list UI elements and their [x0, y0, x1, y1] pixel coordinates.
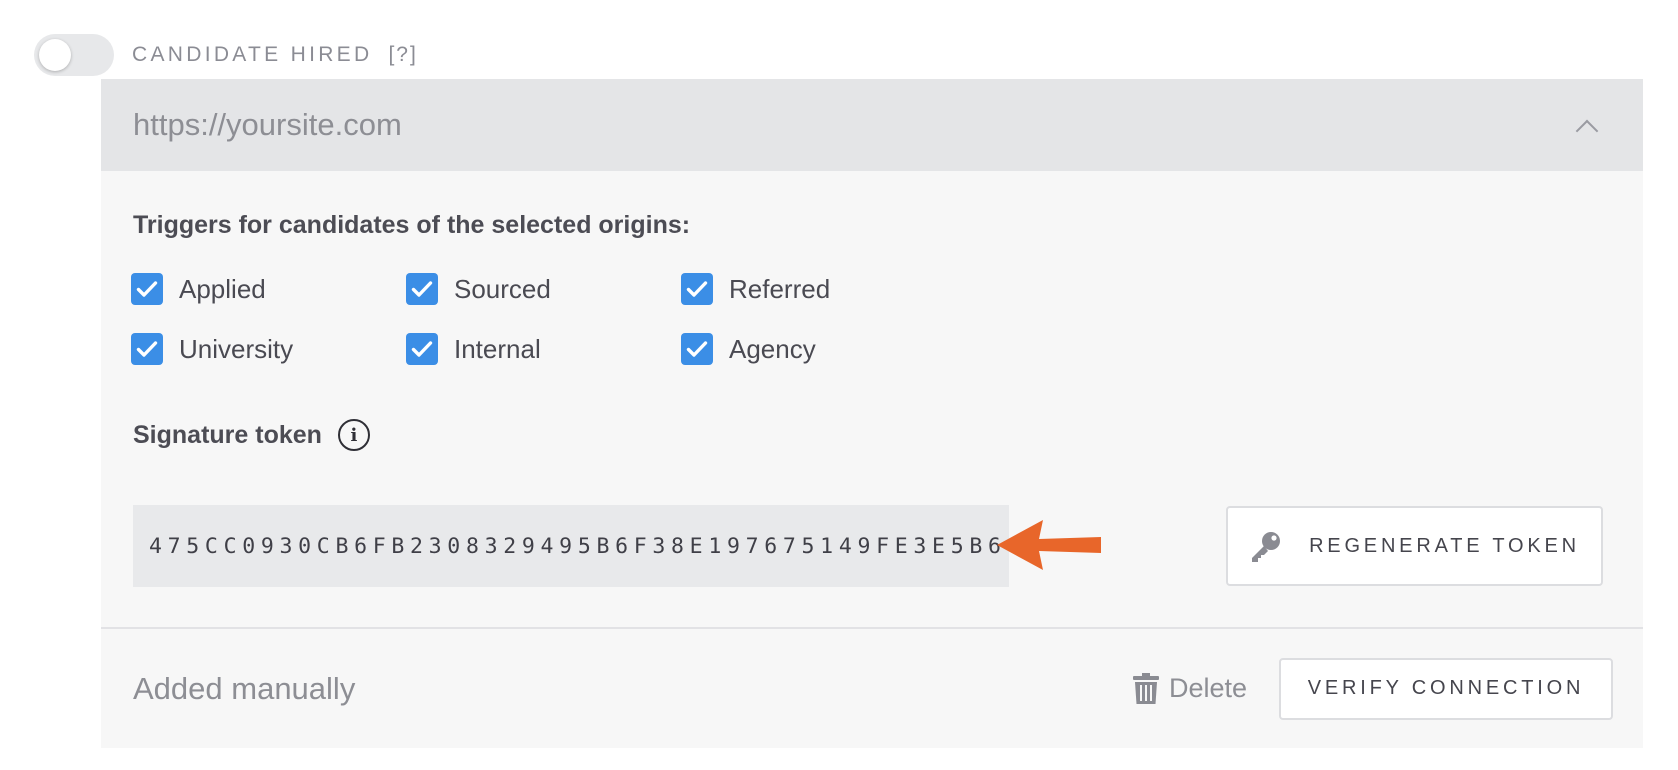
trigger-help-link[interactable]: [?]	[388, 43, 417, 67]
regenerate-token-label: REGENERATE TOKEN	[1309, 534, 1580, 557]
signature-token-field[interactable]: 475CC0930CB6FB2308329495B6F38E197675149F…	[133, 505, 1038, 587]
webhook-settings: Triggers for candidates of the selected …	[101, 171, 1643, 629]
webhook-panel: https://yoursite.com Triggers for candid…	[101, 79, 1643, 748]
trash-icon	[1132, 672, 1159, 705]
signature-token-value: 475CC0930CB6FB2308329495B6F38E197675149F…	[149, 533, 1044, 559]
check-icon[interactable]	[681, 333, 713, 365]
origin-label: Internal	[454, 333, 541, 364]
origin-label: Applied	[179, 273, 266, 304]
footer-actions: Delete VERIFY CONNECTION	[1132, 657, 1613, 720]
arrow-left-icon	[997, 520, 1101, 570]
check-icon[interactable]	[406, 273, 438, 305]
chevron-up-icon[interactable]	[1575, 119, 1599, 143]
candidate-hired-toggle[interactable]	[34, 34, 114, 76]
origin-label: University	[179, 333, 294, 364]
origin-label: Sourced	[454, 273, 551, 304]
origin-checkbox-sourced[interactable]: Sourced	[406, 273, 551, 305]
webhook-url: https://yoursite.com	[133, 107, 402, 142]
info-icon[interactable]: i	[337, 419, 370, 451]
check-icon[interactable]	[406, 333, 438, 365]
origin-checkbox-agency[interactable]: Agency	[681, 333, 816, 365]
webhook-footer: Added manually Delete VERIFY CONNECTION	[101, 629, 1643, 748]
origin-label: Agency	[729, 333, 816, 364]
origin-checkbox-university[interactable]: University	[131, 333, 293, 365]
check-icon[interactable]	[131, 273, 163, 305]
origin-checkbox-internal[interactable]: Internal	[406, 333, 541, 365]
delete-button[interactable]: Delete	[1132, 672, 1247, 705]
check-icon[interactable]	[681, 273, 713, 305]
origin-checkbox-applied[interactable]: Applied	[131, 273, 266, 305]
origin-checkbox-referred[interactable]: Referred	[681, 273, 830, 305]
origins-title: Triggers for candidates of the selected …	[133, 211, 691, 239]
trigger-label: CANDIDATE HIRED	[132, 43, 373, 66]
signature-title-row: Signature token i	[133, 419, 370, 451]
check-icon[interactable]	[131, 333, 163, 365]
origin-label: Referred	[729, 273, 831, 304]
webhook-header[interactable]: https://yoursite.com	[101, 79, 1643, 171]
delete-label: Delete	[1168, 673, 1247, 703]
verify-connection-label: VERIFY CONNECTION	[1307, 677, 1585, 699]
verify-connection-button[interactable]: VERIFY CONNECTION	[1279, 657, 1613, 720]
trigger-toggle-row: CANDIDATE HIRED [?]	[34, 33, 418, 77]
signature-title: Signature token	[133, 420, 322, 449]
key-icon	[1249, 529, 1283, 563]
regenerate-token-button[interactable]: REGENERATE TOKEN	[1226, 506, 1603, 586]
webhook-source-text: Added manually	[133, 670, 356, 706]
toggle-knob	[39, 39, 71, 71]
